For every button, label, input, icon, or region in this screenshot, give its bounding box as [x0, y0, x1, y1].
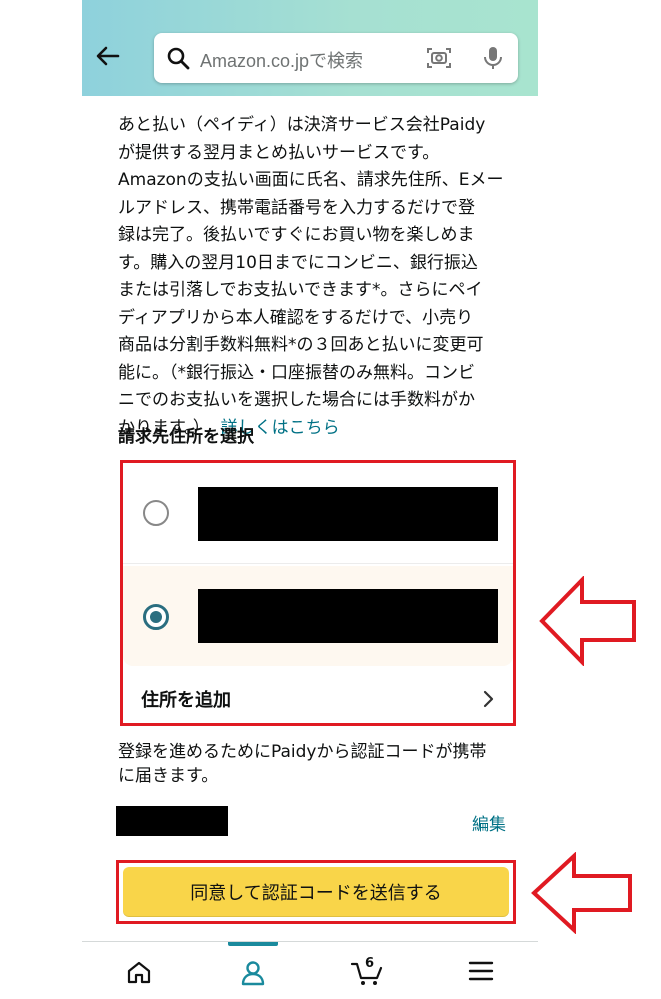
tab-menu[interactable]	[424, 942, 538, 999]
description-text: あと払い（ペイディ）は決済サービス会社Paidy が提供する翌月まとめ払いサービ…	[118, 115, 504, 438]
annotation-arrow-address	[539, 576, 636, 666]
cart-count-badge: 6	[365, 956, 375, 971]
edit-link[interactable]: 編集	[472, 810, 506, 835]
annotation-arrow-button	[531, 852, 632, 934]
camera-scan-icon[interactable]	[426, 46, 452, 70]
tab-cart[interactable]: 6	[310, 942, 424, 999]
microphone-icon[interactable]	[482, 45, 504, 71]
submit-highlight-box: 同意して認証コードを送信する	[116, 860, 516, 924]
address-option-1[interactable]	[123, 463, 513, 564]
bottom-navigation: 6	[82, 941, 538, 999]
tab-home[interactable]	[82, 942, 196, 999]
address-selection-box: 住所を追加	[120, 460, 516, 726]
radio-button-unselected[interactable]	[143, 500, 169, 526]
redacted-address-1	[198, 487, 498, 541]
add-address-row[interactable]: 住所を追加	[123, 672, 513, 724]
home-icon	[127, 961, 151, 984]
tab-account[interactable]	[196, 942, 310, 999]
radio-button-selected[interactable]	[143, 604, 169, 630]
billing-address-heading: 請求先住所を選択	[118, 427, 254, 447]
account-icon	[241, 961, 265, 986]
top-bar: Amazon.co.jpで検索	[82, 0, 538, 96]
add-address-label: 住所を追加	[141, 690, 231, 711]
address-option-2[interactable]	[123, 566, 513, 666]
redacted-phone-number	[116, 806, 228, 836]
search-icon	[167, 47, 190, 70]
search-bar[interactable]: Amazon.co.jpで検索	[154, 33, 518, 83]
back-arrow-icon[interactable]	[94, 42, 122, 70]
hamburger-menu-icon	[468, 961, 494, 981]
paidy-description: あと払い（ペイディ）は決済サービス会社Paidy が提供する翌月まとめ払いサービ…	[118, 112, 518, 442]
redacted-address-2	[198, 589, 498, 643]
send-verification-code-button[interactable]: 同意して認証コードを送信する	[123, 867, 509, 917]
verification-notice: 登録を進めるためにPaidyから認証コードが携帯 に届きます。	[118, 742, 487, 786]
app-screen: Amazon.co.jpで検索 あと払い（ペイディ）は決済サービス会社Paidy…	[82, 0, 538, 999]
chevron-right-icon	[483, 690, 494, 708]
search-placeholder: Amazon.co.jpで検索	[200, 51, 364, 71]
